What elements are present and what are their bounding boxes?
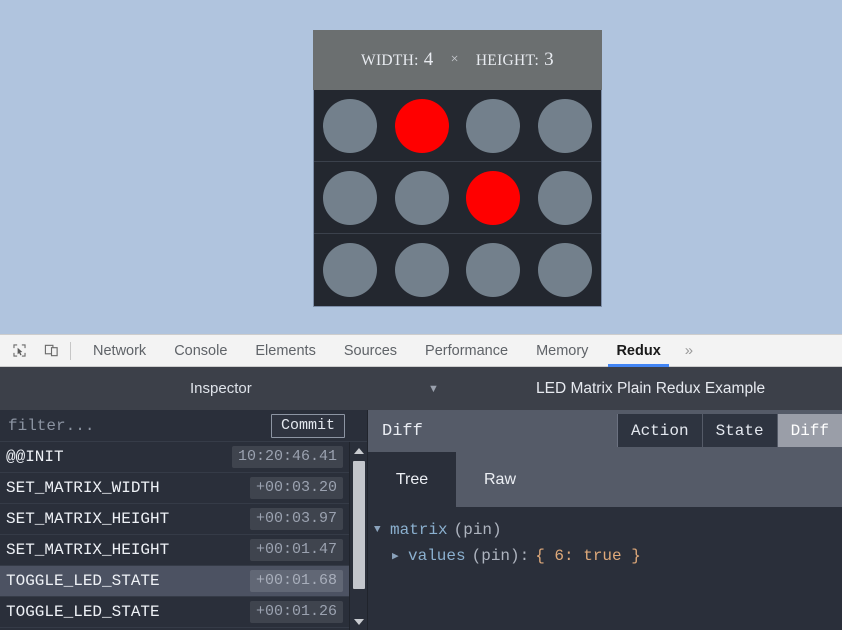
tab-redux[interactable]: Redux	[602, 334, 674, 367]
matrix-height-value: 3	[544, 49, 554, 70]
led-cell[interactable]	[466, 243, 521, 297]
led-cell[interactable]	[538, 243, 593, 297]
matrix-width-group: WIDTH: 4	[361, 49, 434, 71]
action-name: SET_MATRIX_HEIGHT	[6, 510, 170, 528]
tab-sources[interactable]: Sources	[330, 334, 411, 367]
tab-console[interactable]: Console	[160, 334, 241, 367]
instance-title: LED Matrix Plain Redux Example	[536, 379, 766, 397]
mode-toggle-group: Action State Diff	[616, 414, 842, 447]
led-cell[interactable]	[538, 170, 593, 225]
redux-devtools-body: Commit @@INIT 10:20:46.41 SET_MATRIX_WIDTH…	[0, 410, 842, 630]
led-row	[314, 234, 601, 306]
action-timestamp: +00:01.47	[249, 539, 343, 561]
tab-memory[interactable]: Memory	[522, 334, 602, 367]
led-row	[314, 162, 601, 234]
tree-node-value: { 6: true }	[535, 547, 641, 565]
matrix-dimensions-header: WIDTH: 4 × HEIGHT: 3	[313, 30, 602, 90]
action-row[interactable]: SET_MATRIX_WIDTH +00:03.20	[0, 473, 349, 504]
action-list[interactable]: @@INIT 10:20:46.41 SET_MATRIX_WIDTH +00:03.…	[0, 442, 349, 630]
action-name: SET_MATRIX_WIDTH	[6, 479, 160, 497]
tab-elements[interactable]: Elements	[241, 334, 329, 367]
tab-list: Network Console Elements Sources Performance…	[79, 334, 675, 367]
tree-node[interactable]: ▼ matrix (pin)	[368, 517, 842, 543]
led-cell[interactable]	[466, 98, 521, 153]
action-row[interactable]: TOGGLE_LED_STATE +00:01.26	[0, 597, 349, 628]
action-name: TOGGLE_LED_STATE	[6, 572, 160, 590]
devtools-panel: Network Console Elements Sources Performance…	[0, 334, 842, 630]
action-name: SET_MATRIX_HEIGHT	[6, 541, 170, 559]
tree-node-key: values	[408, 547, 466, 565]
action-timestamp: 10:20:46.41	[231, 446, 343, 468]
filter-input[interactable]	[8, 416, 258, 435]
detail-subtabs: Tree Raw	[368, 452, 842, 507]
led-grid	[313, 90, 602, 307]
monitor-selector-label[interactable]: Inspector	[190, 380, 252, 397]
inspector-toolbar: Inspector ▼ LED Matrix Plain Redux Examp…	[0, 367, 842, 410]
triangle-right-icon[interactable]: ▶	[392, 549, 408, 563]
led-cell[interactable]	[322, 98, 377, 153]
led-cell[interactable]	[394, 243, 449, 297]
action-timestamp: +00:01.68	[249, 570, 343, 592]
scroll-up-icon[interactable]	[350, 442, 367, 459]
tree-node-meta: (pin):	[471, 547, 530, 565]
actions-pane: Commit @@INIT 10:20:46.41 SET_MATRIX_WIDTH…	[0, 410, 368, 630]
tab-network[interactable]: Network	[79, 334, 160, 367]
matrix-width-value: 4	[423, 49, 434, 70]
led-cell[interactable]	[322, 170, 377, 225]
device-toolbar-icon[interactable]	[38, 339, 64, 363]
detail-header: Diff Action State Diff	[368, 410, 842, 452]
led-cell[interactable]	[394, 98, 449, 153]
scrollbar-thumb[interactable]	[353, 461, 365, 589]
action-timestamp: +00:01.26	[249, 601, 343, 623]
toolbar-divider	[70, 341, 71, 360]
tree-node-key: matrix	[390, 521, 448, 539]
action-row[interactable]: SET_MATRIX_HEIGHT +00:01.47	[0, 535, 349, 566]
mode-button-state[interactable]: State	[702, 414, 778, 447]
devtools-tabbar: Network Console Elements Sources Performance…	[0, 334, 842, 367]
led-matrix-widget: WIDTH: 4 × HEIGHT: 3	[313, 30, 602, 307]
filter-row: Commit	[0, 410, 367, 442]
matrix-width-label: WIDTH:	[361, 52, 419, 69]
subtab-tree[interactable]: Tree	[368, 452, 456, 507]
action-timestamp: +00:03.97	[249, 508, 343, 530]
led-cell[interactable]	[322, 243, 377, 297]
action-row[interactable]: TOGGLE_LED_STATE +00:01.68	[0, 566, 349, 597]
mode-button-action[interactable]: Action	[616, 414, 703, 447]
diff-tree: ▼ matrix (pin) ▶ values (pin): { 6: true }	[368, 507, 842, 630]
tree-node[interactable]: ▶ values (pin): { 6: true }	[368, 543, 842, 569]
tree-node-meta: (pin)	[453, 521, 502, 539]
led-cell[interactable]	[466, 170, 521, 225]
led-cell[interactable]	[538, 98, 593, 153]
matrix-height-group: HEIGHT: 3	[476, 49, 554, 71]
action-name: TOGGLE_LED_STATE	[6, 603, 160, 621]
action-timestamp: +00:03.20	[249, 477, 343, 499]
matrix-height-label: HEIGHT:	[475, 52, 540, 69]
multiply-icon: ×	[450, 52, 459, 67]
action-row[interactable]: SET_MATRIX_HEIGHT +00:03.97	[0, 504, 349, 535]
action-row[interactable]: @@INIT 10:20:46.41	[0, 442, 349, 473]
triangle-down-icon[interactable]: ▼	[374, 524, 390, 536]
led-cell[interactable]	[394, 170, 449, 225]
chevron-down-icon[interactable]: ▼	[428, 383, 439, 395]
commit-button[interactable]: Commit	[270, 414, 345, 438]
mode-button-diff[interactable]: Diff	[777, 414, 842, 447]
tab-overflow-button[interactable]: »	[675, 334, 703, 367]
tab-performance[interactable]: Performance	[411, 334, 522, 367]
scroll-down-icon[interactable]	[350, 613, 367, 630]
detail-title: Diff	[382, 421, 423, 441]
action-list-scrollbar[interactable]	[349, 442, 367, 630]
inspect-element-icon[interactable]	[6, 339, 32, 363]
led-row	[314, 90, 601, 162]
app-preview-area: WIDTH: 4 × HEIGHT: 3	[0, 0, 842, 334]
detail-pane: Diff Action State Diff Tree Raw ▼ matrix (pin…	[368, 410, 842, 630]
subtab-raw[interactable]: Raw	[456, 452, 544, 507]
action-name: @@INIT	[6, 448, 64, 466]
